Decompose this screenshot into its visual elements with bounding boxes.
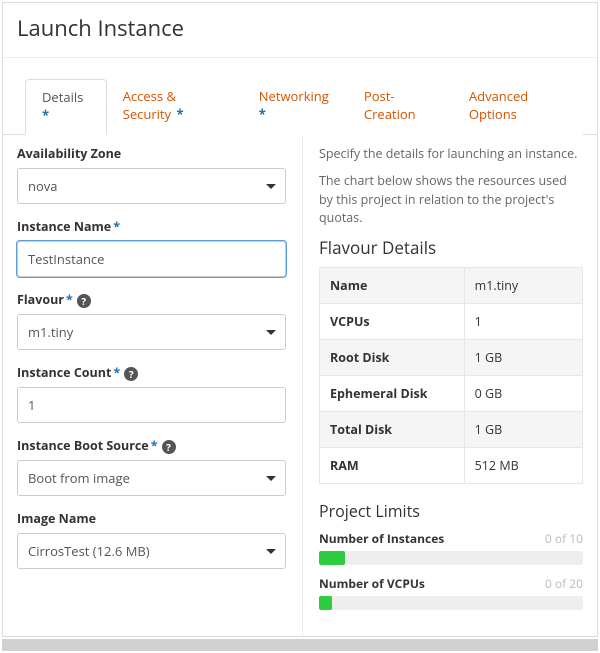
table-row: Total Disk1 GB — [320, 412, 583, 448]
flavour-details-title: Flavour Details — [319, 236, 583, 259]
select-flavour[interactable]: m1.tiny — [17, 314, 286, 350]
progress-fill — [319, 551, 345, 565]
help-icon[interactable]: ? — [77, 294, 91, 308]
limit-count: 0 of 20 — [545, 575, 583, 592]
input-instance-count[interactable] — [17, 387, 286, 423]
field-image-name: Image Name CirrosTest (12.6 MB) — [17, 510, 286, 569]
limit-name: Number of Instances — [319, 530, 444, 547]
table-row: Root Disk1 GB — [320, 340, 583, 376]
flavour-key: Total Disk — [320, 412, 465, 448]
table-row: VCPUs1 — [320, 304, 583, 340]
form-panel: Availability Zone nova Instance Name* Fl… — [3, 135, 303, 636]
field-instance-count: Instance Count*? — [17, 364, 286, 423]
table-row: RAM512 MB — [320, 448, 583, 484]
flavour-key: Name — [320, 268, 465, 304]
help-icon[interactable]: ? — [124, 367, 138, 381]
label-boot-source: Instance Boot Source*? — [17, 437, 286, 454]
dialog-header: Launch Instance — [3, 3, 597, 58]
input-instance-name[interactable] — [17, 241, 286, 277]
project-limits-title: Project Limits — [319, 500, 583, 522]
flavour-value: 512 MB — [464, 448, 582, 484]
tab-post-creation[interactable]: Post-Creation — [348, 79, 453, 135]
progress-bar — [319, 596, 583, 610]
limit-name: Number of VCPUs — [319, 575, 425, 592]
tab-access-security[interactable]: Access & Security * — [107, 79, 243, 135]
required-star-icon: * — [259, 105, 266, 123]
info-panel: Specify the details for launching an ins… — [303, 135, 597, 636]
required-star-icon: * — [173, 105, 183, 123]
launch-instance-dialog: Launch Instance Details *Access & Securi… — [2, 2, 598, 637]
field-availability-zone: Availability Zone nova — [17, 145, 286, 204]
tab-bar: Details *Access & Security *Networking *… — [3, 58, 597, 135]
label-image-name: Image Name — [17, 510, 286, 527]
flavour-key: VCPUs — [320, 304, 465, 340]
label-availability-zone: Availability Zone — [17, 145, 286, 162]
required-star-icon: * — [42, 106, 49, 124]
limit-row: Number of Instances 0 of 10 — [319, 530, 583, 565]
field-boot-source: Instance Boot Source*? Boot from image — [17, 437, 286, 496]
progress-fill — [319, 596, 332, 610]
select-availability-zone[interactable]: nova — [17, 168, 286, 204]
scrollbar-horizontal[interactable] — [2, 639, 598, 651]
flavour-key: Root Disk — [320, 340, 465, 376]
tab-advanced-options[interactable]: Advanced Options — [453, 79, 583, 135]
flavour-key: Ephemeral Disk — [320, 376, 465, 412]
label-instance-count: Instance Count*? — [17, 364, 286, 381]
progress-bar — [319, 551, 583, 565]
tab-networking[interactable]: Networking * — [243, 79, 348, 135]
flavour-value: 1 — [464, 304, 582, 340]
limit-row: Number of VCPUs 0 of 20 — [319, 575, 583, 610]
help-icon[interactable]: ? — [162, 440, 176, 454]
table-row: Ephemeral Disk0 GB — [320, 376, 583, 412]
flavour-key: RAM — [320, 448, 465, 484]
flavour-value: 1 GB — [464, 412, 582, 448]
limit-count: 0 of 10 — [545, 530, 583, 547]
info-text-1: Specify the details for launching an ins… — [319, 145, 583, 164]
label-flavour: Flavour*? — [17, 291, 286, 308]
field-flavour: Flavour*? m1.tiny — [17, 291, 286, 350]
dialog-title: Launch Instance — [17, 13, 583, 43]
tab-details[interactable]: Details * — [25, 79, 107, 135]
dialog-body: Availability Zone nova Instance Name* Fl… — [3, 135, 597, 636]
table-row: Namem1.tiny — [320, 268, 583, 304]
flavour-value: 0 GB — [464, 376, 582, 412]
flavour-value: m1.tiny — [464, 268, 582, 304]
label-instance-name: Instance Name* — [17, 218, 286, 235]
select-boot-source[interactable]: Boot from image — [17, 460, 286, 496]
flavour-value: 1 GB — [464, 340, 582, 376]
select-image-name[interactable]: CirrosTest (12.6 MB) — [17, 533, 286, 569]
info-text-2: The chart below shows the resources used… — [319, 172, 583, 228]
field-instance-name: Instance Name* — [17, 218, 286, 277]
flavour-details-table: Namem1.tinyVCPUs1Root Disk1 GBEphemeral … — [319, 267, 583, 484]
